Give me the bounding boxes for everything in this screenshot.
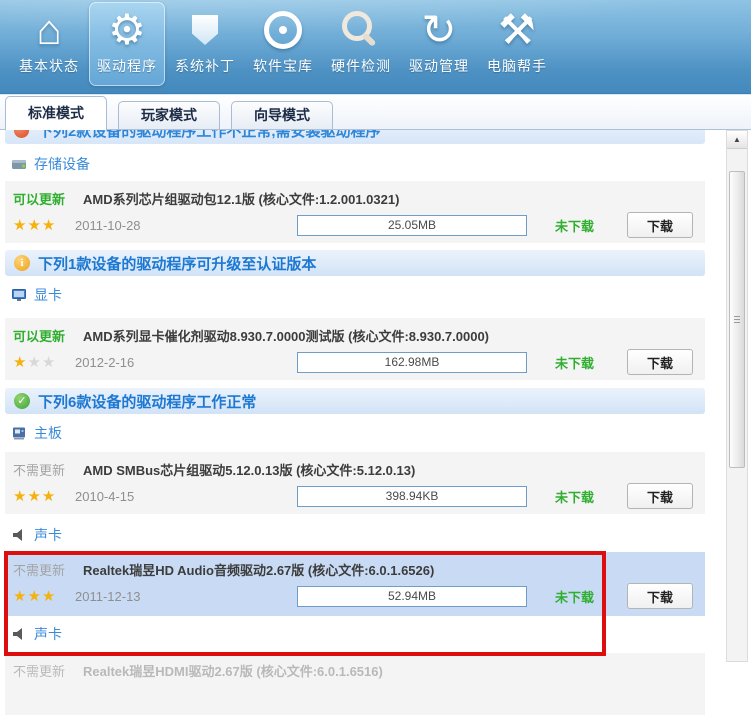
speaker-icon — [13, 628, 22, 640]
motherboard-icon — [13, 427, 25, 440]
file-size: 52.94MB — [387, 589, 437, 603]
download-state: 未下载 — [555, 489, 595, 505]
speaker-icon — [13, 529, 22, 541]
update-status: 可以更新 — [13, 191, 66, 207]
category-storage: 存储设备 — [5, 150, 751, 178]
download-button[interactable]: 下载 — [627, 212, 693, 238]
download-state: 未下载 — [555, 355, 595, 371]
star-rating: ★★★ — [13, 217, 57, 234]
download-progress-bar: 398.94KB — [297, 485, 527, 507]
star-rating: ★★★ — [13, 354, 57, 371]
driver-row-realtek-hd-audio[interactable]: 不需更新 Realtek瑞昱HD Audio音频驱动2.67版 (核心文件:6.… — [5, 552, 705, 616]
category-label: 主板 — [34, 425, 62, 441]
category-sound-1: 声卡 — [5, 521, 751, 549]
category-label: 声卡 — [34, 527, 62, 543]
update-status: 可以更新 — [13, 328, 66, 344]
driver-row-amd-smbus[interactable]: 不需更新 AMD SMBus芯片组驱动5.12.0.13版 (核心文件:5.12… — [5, 452, 705, 514]
file-size: 398.94KB — [385, 489, 439, 503]
driver-date: 2012-2-16 — [75, 354, 135, 370]
driver-date: 2011-10-28 — [75, 217, 141, 233]
toolbar-item-hardware-detect[interactable]: 硬件检测 — [323, 2, 399, 86]
section-title: 下列1款设备的驱动程序可升级至认证版本 — [38, 255, 317, 273]
toolbar-label: 驱动程序 — [97, 58, 157, 74]
driver-title: AMD系列芯片组驱动包12.1版 (核心文件:1.2.001.0321) — [83, 191, 400, 207]
download-button[interactable]: 下载 — [627, 349, 693, 375]
toolbar-label: 硬件检测 — [331, 58, 391, 74]
check-icon — [14, 393, 30, 409]
download-state: 未下载 — [555, 589, 595, 605]
driver-row-amd-catalyst[interactable]: 可以更新 AMD系列显卡催化剂驱动8.930.7.0000测试版 (核心文件:8… — [5, 318, 705, 380]
refresh-icon: ↻ — [421, 6, 457, 53]
warning-icon — [14, 130, 29, 138]
toolbar-item-drivers[interactable]: ⚙ 驱动程序 — [89, 2, 165, 86]
driver-list: 下列2款设备的驱动程序工作不正常,需安装驱动程序 存储设备 可以更新 AMD系列… — [0, 130, 751, 715]
download-progress-bar: 162.98MB — [297, 351, 527, 373]
toolbar-item-pc-helper[interactable]: ⚒ 电脑帮手 — [479, 2, 555, 86]
scrollbar-thumb[interactable] — [729, 171, 745, 468]
driver-row-realtek-hdmi-clipped[interactable]: 不需更新 Realtek瑞昱HDMI驱动2.67版 (核心文件:6.0.1.65… — [5, 653, 705, 715]
driver-date: 2010-4-15 — [75, 488, 135, 504]
category-sound-2: 声卡 — [5, 620, 751, 648]
shield-icon — [192, 6, 218, 54]
toolbar-item-driver-manage[interactable]: ↻ 驱动管理 — [401, 2, 477, 86]
section-title: 下列6款设备的驱动程序工作正常 — [38, 393, 257, 411]
download-state: 未下载 — [555, 218, 595, 234]
section-header-working-normal: 下列6款设备的驱动程序工作正常 — [5, 388, 705, 414]
driver-row-amd-chipset[interactable]: 可以更新 AMD系列芯片组驱动包12.1版 (核心文件:1.2.001.0321… — [5, 181, 705, 243]
category-motherboard: 主板 — [5, 419, 751, 447]
section-title: 下列2款设备的驱动程序工作不正常,需安装驱动程序 — [38, 130, 381, 140]
file-size: 162.98MB — [384, 355, 440, 369]
driver-date: 2011-12-13 — [75, 588, 141, 604]
vertical-scrollbar[interactable] — [726, 130, 748, 662]
driver-title: Realtek瑞昱HDMI驱动2.67版 (核心文件:6.0.1.6516) — [83, 663, 383, 679]
toolbar-item-system-patches[interactable]: 系统补丁 — [167, 2, 243, 86]
category-label: 存储设备 — [34, 156, 90, 172]
magnifier-icon — [342, 6, 372, 54]
toolbar-label: 系统补丁 — [175, 58, 235, 74]
tools-icon: ⚒ — [498, 6, 536, 53]
update-status: 不需更新 — [13, 462, 66, 478]
star-rating: ★★★ — [13, 488, 57, 505]
scroll-up-icon[interactable] — [727, 131, 747, 149]
file-size: 25.05MB — [387, 218, 437, 232]
category-gpu: 显卡 — [5, 281, 751, 309]
driver-title: AMD系列显卡催化剂驱动8.930.7.0000测试版 (核心文件:8.930.… — [83, 328, 490, 344]
toolbar-label: 软件宝库 — [253, 58, 313, 74]
tab-wizard-mode[interactable]: 向导模式 — [231, 101, 333, 129]
disc-icon — [264, 6, 302, 54]
download-progress-bar: 52.94MB — [297, 585, 527, 607]
main-toolbar: ⌂ 基本状态 ⚙ 驱动程序 系统补丁 软件宝库 硬件检测 ↻ 驱动管理 ⚒ 电脑… — [0, 0, 751, 94]
category-label: 声卡 — [34, 626, 62, 642]
toolbar-label: 电脑帮手 — [487, 58, 547, 74]
category-label: 显卡 — [34, 287, 62, 303]
toolbar-label: 驱动管理 — [409, 58, 469, 74]
update-status: 不需更新 — [13, 562, 66, 578]
update-status: 不需更新 — [13, 663, 66, 679]
storage-device-icon — [12, 160, 26, 169]
section-header-not-working-clipped: 下列2款设备的驱动程序工作不正常,需安装驱动程序 — [5, 130, 705, 145]
section-header-upgradable: 下列1款设备的驱动程序可升级至认证版本 — [5, 250, 705, 276]
download-button[interactable]: 下载 — [627, 483, 693, 509]
graphics-card-icon — [12, 289, 26, 301]
toolbar-item-basic-status[interactable]: ⌂ 基本状态 — [11, 2, 87, 86]
home-icon: ⌂ — [36, 6, 62, 53]
driver-title: AMD SMBus芯片组驱动5.12.0.13版 (核心文件:5.12.0.13… — [83, 462, 416, 478]
download-progress-bar: 25.05MB — [297, 214, 527, 236]
tab-standard-mode[interactable]: 标准模式 — [5, 96, 107, 130]
driver-title: Realtek瑞昱HD Audio音频驱动2.67版 (核心文件:6.0.1.6… — [83, 562, 435, 578]
download-button[interactable]: 下载 — [627, 583, 693, 609]
info-icon — [14, 255, 30, 271]
toolbar-label: 基本状态 — [19, 58, 79, 74]
tab-player-mode[interactable]: 玩家模式 — [118, 101, 220, 129]
toolbar-item-software-library[interactable]: 软件宝库 — [245, 2, 321, 86]
mode-tabbar: 标准模式 玩家模式 向导模式 — [0, 94, 751, 130]
star-rating: ★★★ — [13, 588, 57, 605]
gear-icon: ⚙ — [108, 6, 146, 53]
